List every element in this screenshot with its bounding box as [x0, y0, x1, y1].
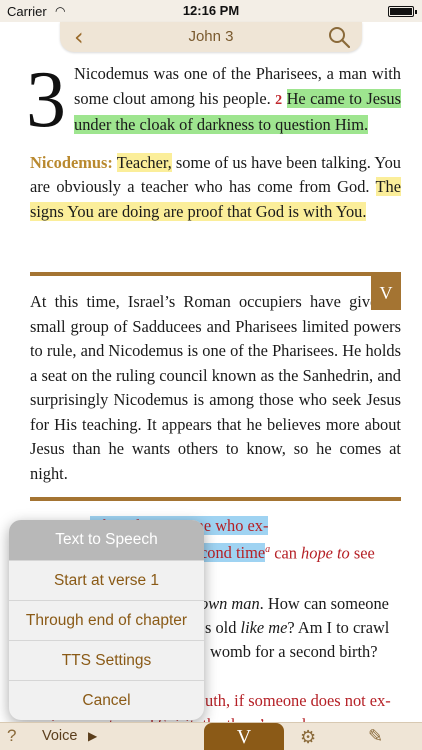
voice-button[interactable]: Voice: [42, 728, 77, 744]
highlighted-text[interactable]: cond time: [200, 543, 266, 563]
highlighted-text[interactable]: Teacher,: [116, 152, 172, 172]
nav-bar: ‹ John 3: [60, 22, 362, 52]
bottom-toolbar: ? Voice ▶ V ⚙ ✎: [0, 722, 422, 750]
speaker-label: Nicodemus:: [30, 152, 113, 172]
voice-tab[interactable]: V: [204, 723, 284, 750]
verse-text: . How can someone: [259, 594, 389, 613]
verse-text: s old: [205, 618, 241, 637]
battery-icon: [388, 6, 417, 17]
verse-text: own man: [200, 594, 260, 613]
help-icon[interactable]: ?: [7, 726, 16, 746]
chapter-title[interactable]: John 3: [60, 28, 362, 45]
note-badge: V: [371, 276, 401, 310]
play-icon[interactable]: ▶: [88, 729, 97, 743]
tts-settings-button[interactable]: TTS Settings: [9, 640, 204, 680]
verse-text: hope to: [301, 543, 350, 563]
note-text: At this time, Israel’s Roman occupiers h…: [30, 292, 401, 483]
passage: 3 Nicodemus was one of the Pharisees, a m…: [26, 60, 401, 225]
verse-text: can: [270, 543, 302, 563]
verse-text: womb for a second birth?: [210, 642, 378, 661]
voice-note: V At this time, Israel’s Roman occupiers…: [30, 272, 401, 501]
tts-popup-menu: Text to Speech Start at verse 1 Through …: [9, 520, 204, 720]
verse-text: uth, if someone does not ex-: [205, 691, 391, 710]
chapter-number: 3: [26, 56, 66, 144]
status-bar: Carrier ◠ 12:16 PM: [0, 0, 422, 22]
start-at-verse-button[interactable]: Start at verse 1: [9, 560, 204, 600]
verse-number[interactable]: 2: [275, 93, 282, 108]
popup-title: Text to Speech: [9, 520, 204, 560]
cancel-button[interactable]: Cancel: [9, 680, 204, 720]
paragraph-2: Nicodemus: Teacher, some of us have been…: [30, 151, 401, 225]
verse-text: ? Am I to crawl: [287, 618, 390, 637]
gear-icon[interactable]: ⚙: [300, 727, 316, 748]
through-end-of-chapter-button[interactable]: Through end of chapter: [9, 600, 204, 640]
verse-text: see: [349, 543, 375, 563]
pencil-icon[interactable]: ✎: [368, 726, 383, 747]
search-icon[interactable]: [328, 26, 350, 48]
paragraph-1: 3 Nicodemus was one of the Pharisees, a m…: [26, 60, 401, 140]
verse-text: like me: [240, 618, 288, 637]
clock: 12:16 PM: [182, 3, 240, 18]
